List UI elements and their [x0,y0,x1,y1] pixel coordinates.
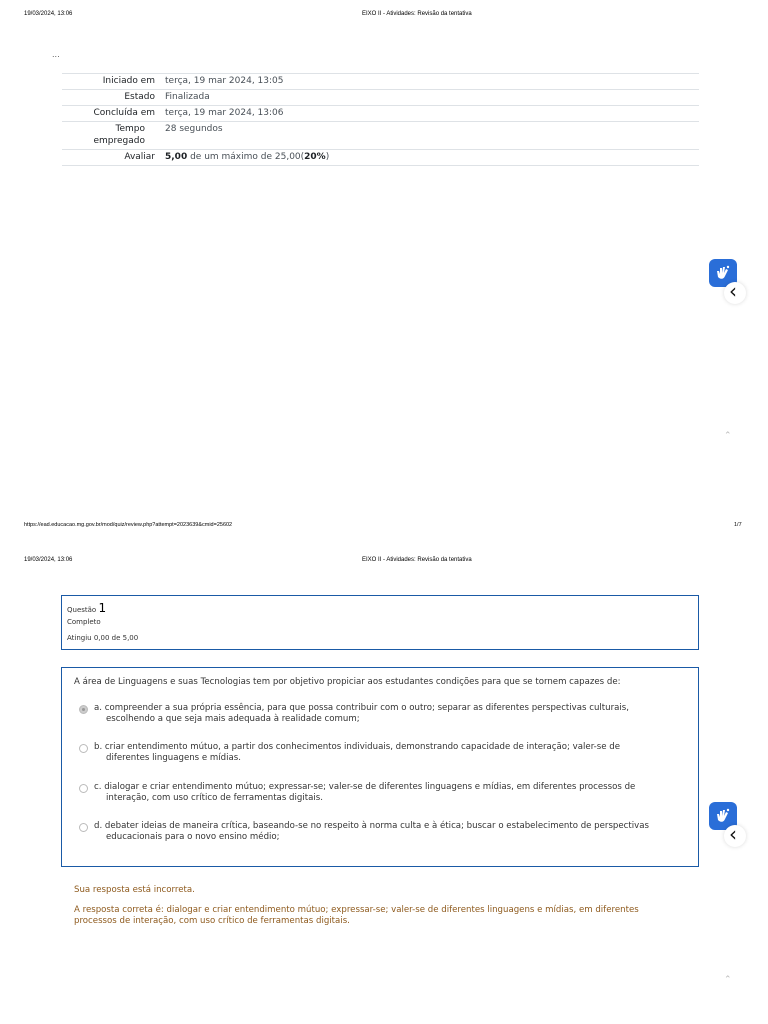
question-number: Questão 1 [67,601,107,615]
radio-button[interactable] [79,705,88,714]
summary-row-grade: Avaliar 5,00 de um máximo de 25,00(20%) [62,149,699,166]
caret-up-icon[interactable]: ⌃ [724,975,732,985]
question-text: A área de Linguagens e suas Tecnologias … [74,677,621,687]
summary-row-started: Iniciado em terça, 19 mar 2024, 13:05 [62,73,699,89]
grade-score: 5,00 [165,152,188,162]
chevron-left-icon: ‹ [729,279,737,303]
summary-label: Tempo empregado [93,124,145,146]
grade-end: ) [325,152,330,162]
question-content-box: A área de Linguagens e suas Tecnologias … [61,667,699,867]
summary-label: Avaliar [124,152,155,162]
question-state: Completo [67,618,101,626]
answer-option-a[interactable]: a. compreender a sua própria essência, p… [79,703,679,725]
grade-mid: de um máximo de 25,00( [187,152,305,162]
print-date: 19/03/2024, 13:06 [24,557,73,563]
radio-button[interactable] [79,784,88,793]
print-url: https://ead.educacao.mg.gov.br/mod/quiz/… [24,522,233,528]
summary-label: Iniciado em [102,76,155,86]
summary-label: Estado [124,92,155,102]
feedback-correct-answer-line1: A resposta correta é: dialogar e criar e… [74,905,639,915]
answer-option-c[interactable]: c. dialogar e criar entendimento mútuo; … [79,782,679,804]
feedback-correct-answer-line2: processos de interação, com uso crítico … [74,916,350,926]
question-grade: Atingiu 0,00 de 5,00 [67,634,139,642]
summary-row-time: Tempo empregado 28 segundos [62,121,699,149]
question-info-box: Questão 1 Completo Atingiu 0,00 de 5,00 [61,595,699,650]
summary-value: 28 segundos [165,124,223,134]
chevron-left-icon: ‹ [729,822,737,846]
summary-row-state: Estado Finalizada [62,89,699,105]
summary-value: Finalizada [165,92,210,102]
print-title: EIXO II - Atividades: Revisão da tentati… [362,11,472,17]
radio-button[interactable] [79,744,88,753]
side-panel-toggle[interactable]: ‹ [724,279,746,304]
print-page-number: 1/7 [734,522,742,528]
ellipsis-text: ... [52,50,60,59]
side-panel-toggle[interactable]: ‹ [724,822,746,847]
caret-up-icon[interactable]: ⌃ [724,431,732,441]
attempt-summary-table: Iniciado em terça, 19 mar 2024, 13:05 Es… [62,73,699,166]
answer-option-b[interactable]: b. criar entendimento mútuo, a partir do… [79,742,679,764]
grade-value: 5,00 de um máximo de 25,00(20%) [165,151,329,163]
summary-value: terça, 19 mar 2024, 13:06 [165,108,284,118]
answer-option-d[interactable]: d. debater ideias de maneira crítica, ba… [79,821,679,843]
radio-button[interactable] [79,823,88,832]
print-date: 19/03/2024, 13:06 [24,11,73,17]
summary-label: Concluída em [93,108,155,118]
feedback-incorrect: Sua resposta está incorreta. [74,885,195,895]
grade-percent: 20% [304,152,326,162]
summary-value: terça, 19 mar 2024, 13:05 [165,76,284,86]
summary-row-completed: Concluída em terça, 19 mar 2024, 13:06 [62,105,699,121]
print-title: EIXO II - Atividades: Revisão da tentati… [362,557,472,563]
